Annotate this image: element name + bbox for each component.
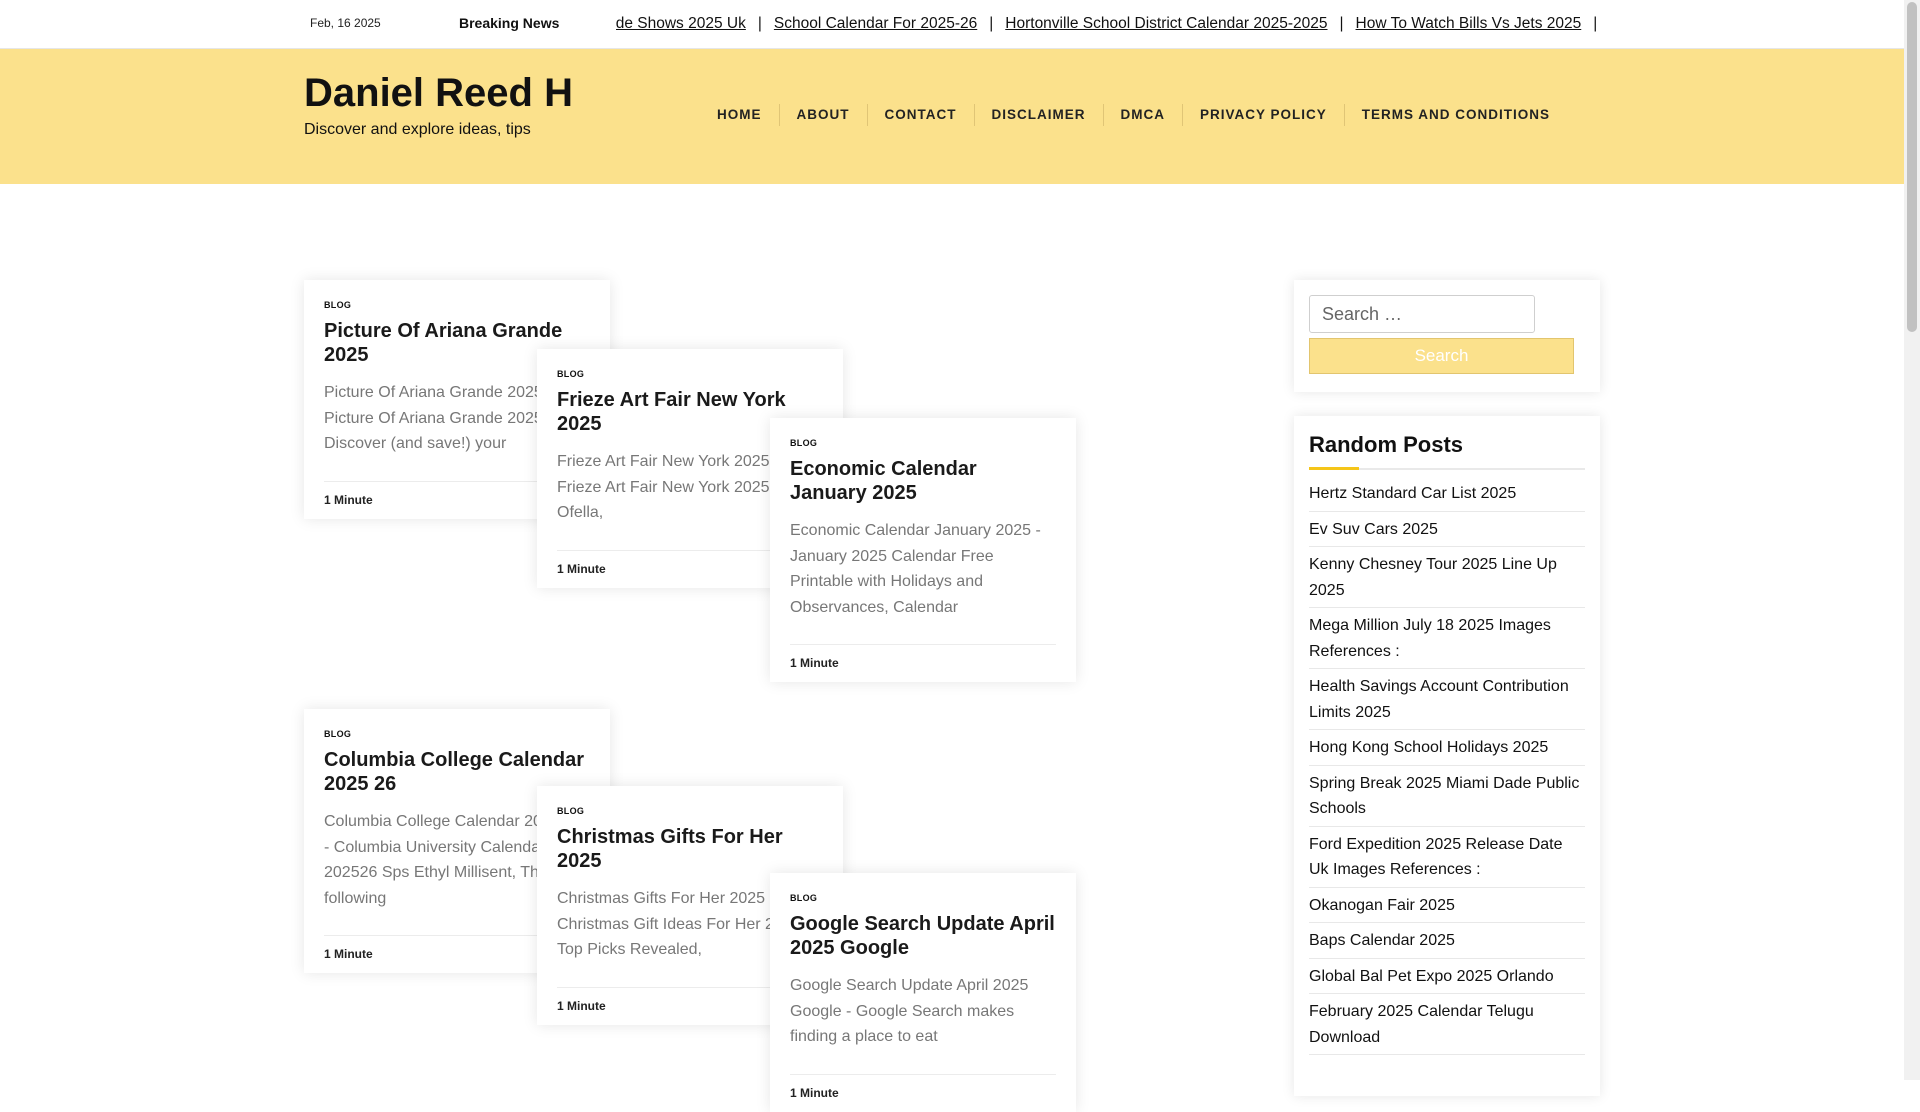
list-item: Health Savings Account Contribution Limi… bbox=[1309, 669, 1585, 730]
current-date: Feb, 16 2025 bbox=[310, 16, 381, 30]
nav-item-contact[interactable]: CONTACT bbox=[866, 104, 974, 126]
list-item: Kenny Chesney Tour 2025 Line Up 2025 bbox=[1309, 547, 1585, 608]
random-post-link[interactable]: Hertz Standard Car List 2025 bbox=[1309, 485, 1516, 502]
ticker-link[interactable]: Parade Shows 2025 Uk bbox=[616, 15, 746, 32]
post-category[interactable]: BLOG bbox=[324, 729, 590, 739]
post-card: BLOG Google Search Update April 2025 Goo… bbox=[770, 873, 1076, 1112]
list-item: Okanogan Fair 2025 bbox=[1309, 888, 1585, 923]
random-post-link[interactable]: Hong Kong School Holidays 2025 bbox=[1309, 739, 1548, 756]
post-title[interactable]: Economic Calendar January 2025 bbox=[790, 457, 1056, 505]
random-post-link[interactable]: Global Bal Pet Expo 2025 Orlando bbox=[1309, 968, 1554, 985]
post-category[interactable]: BLOG bbox=[557, 369, 823, 379]
ticker-track: Parade Shows 2025 Uk | School Calendar For… bbox=[616, 15, 1609, 33]
ticker-separator: | bbox=[1593, 15, 1598, 32]
top-bar: Feb, 16 2025 Breaking News Parade Shows … bbox=[0, 0, 1904, 49]
list-item: February 2025 Calendar Telugu Download bbox=[1309, 994, 1585, 1055]
post-title[interactable]: Google Search Update April 2025 Google bbox=[790, 912, 1056, 960]
post-read-time: 1 Minute bbox=[790, 1073, 1056, 1112]
post-excerpt: Economic Calendar January 2025 - January… bbox=[790, 522, 1041, 616]
list-item: Hertz Standard Car List 2025 bbox=[1309, 476, 1585, 512]
random-post-link[interactable]: Ford Expedition 2025 Release Date Uk Ima… bbox=[1309, 836, 1563, 879]
random-post-link[interactable]: Health Savings Account Contribution Limi… bbox=[1309, 678, 1569, 721]
nav-item-terms-and-conditions[interactable]: TERMS AND CONDITIONS bbox=[1343, 104, 1567, 126]
random-post-link[interactable]: Spring Break 2025 Miami Dade Public Scho… bbox=[1309, 775, 1579, 818]
random-post-link[interactable]: Baps Calendar 2025 bbox=[1309, 932, 1455, 949]
random-post-link[interactable]: Okanogan Fair 2025 bbox=[1309, 897, 1455, 914]
random-post-link[interactable]: Mega Million July 18 2025 Images Referen… bbox=[1309, 617, 1551, 660]
list-item: Spring Break 2025 Miami Dade Public Scho… bbox=[1309, 766, 1585, 827]
random-post-link[interactable]: Ev Suv Cars 2025 bbox=[1309, 521, 1438, 538]
post-category[interactable]: BLOG bbox=[324, 300, 590, 310]
nav-item-disclaimer[interactable]: DISCLAIMER bbox=[973, 104, 1103, 126]
ticker-separator: | bbox=[757, 15, 762, 32]
site-tagline: Discover and explore ideas, tips bbox=[304, 121, 531, 138]
list-item: Baps Calendar 2025 bbox=[1309, 923, 1585, 959]
ticker-link[interactable]: School Calendar For 2025-26 bbox=[774, 15, 977, 32]
nav-item-about[interactable]: ABOUT bbox=[778, 104, 867, 126]
post-category[interactable]: BLOG bbox=[557, 806, 823, 816]
post-read-time: 1 Minute bbox=[790, 644, 1056, 682]
post-title[interactable]: Christmas Gifts For Her 2025 bbox=[557, 825, 823, 873]
ticker-link[interactable]: How To Watch Bills Vs Jets 2025 bbox=[1356, 15, 1582, 32]
ticker-separator: | bbox=[989, 15, 994, 32]
list-item: Hong Kong School Holidays 2025 bbox=[1309, 730, 1585, 766]
search-widget: Search bbox=[1294, 280, 1600, 392]
post-excerpt: Google Search Update April 2025 Google -… bbox=[790, 977, 1029, 1045]
breaking-news-ticker: Parade Shows 2025 Uk | School Calendar For… bbox=[616, 0, 1626, 48]
random-posts-list: Hertz Standard Car List 2025 Ev Suv Cars… bbox=[1309, 476, 1585, 1055]
list-item: Global Bal Pet Expo 2025 Orlando bbox=[1309, 959, 1585, 994]
random-posts-widget: Random Posts Hertz Standard Car List 202… bbox=[1294, 416, 1600, 1096]
list-item: Mega Million July 18 2025 Images Referen… bbox=[1309, 608, 1585, 669]
ticker-separator: | bbox=[1339, 15, 1344, 32]
scrollbar-thumb[interactable] bbox=[1907, 2, 1917, 332]
search-input[interactable] bbox=[1309, 295, 1535, 333]
post-card: BLOG Economic Calendar January 2025 Econ… bbox=[770, 418, 1076, 682]
page-scrollbar[interactable] bbox=[1904, 0, 1920, 1080]
random-post-link[interactable]: February 2025 Calendar Telugu Download bbox=[1309, 1003, 1534, 1046]
list-item: Ev Suv Cars 2025 bbox=[1309, 512, 1585, 547]
site-title[interactable]: Daniel Reed H bbox=[304, 71, 573, 116]
nav-item-privacy-policy[interactable]: PRIVACY POLICY bbox=[1182, 104, 1344, 126]
ticker-link[interactable]: Hortonville School District Calendar 202… bbox=[1005, 15, 1327, 32]
nav-item-dmca[interactable]: DMCA bbox=[1102, 104, 1183, 126]
post-category[interactable]: BLOG bbox=[790, 438, 1056, 448]
search-button[interactable]: Search bbox=[1309, 338, 1574, 374]
site-header: Daniel Reed H Discover and explore ideas… bbox=[0, 49, 1904, 184]
list-item: Ford Expedition 2025 Release Date Uk Ima… bbox=[1309, 827, 1585, 888]
nav-item-home[interactable]: HOME bbox=[700, 104, 779, 126]
random-post-link[interactable]: Kenny Chesney Tour 2025 Line Up 2025 bbox=[1309, 556, 1557, 599]
random-posts-title: Random Posts bbox=[1309, 432, 1585, 470]
breaking-news-label: Breaking News bbox=[459, 15, 560, 31]
main-nav: HOME ABOUT CONTACT DISCLAIMER DMCA PRIVA… bbox=[700, 104, 1567, 126]
post-category[interactable]: BLOG bbox=[790, 893, 1056, 903]
